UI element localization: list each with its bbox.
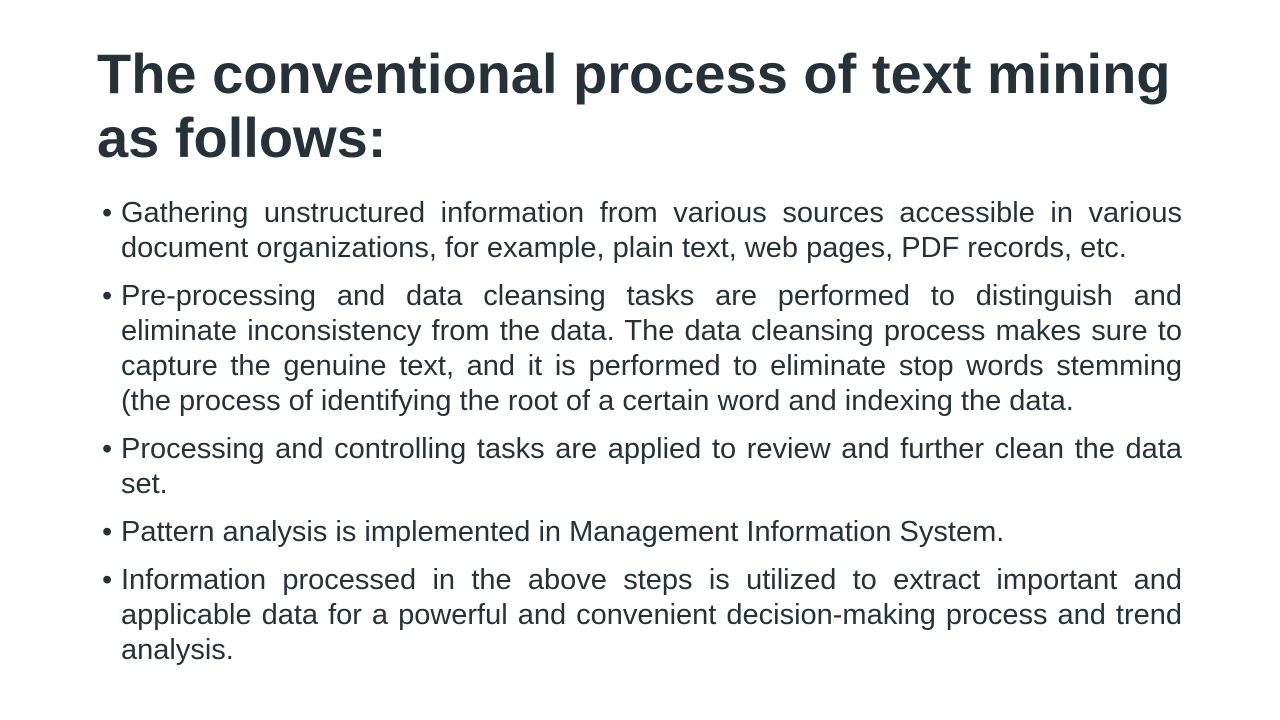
bullet-text: Pattern analysis is implemented in Manag… — [121, 516, 1005, 548]
bullet-text: Pre-processing and data cleansing tasks … — [121, 280, 1182, 417]
bullet-dot-icon: • — [102, 433, 113, 465]
bullet-text: Processing and controlling tasks are app… — [121, 433, 1182, 500]
bullet-item: • Pattern analysis is implemented in Man… — [97, 515, 1182, 550]
slide-title: The conventional process of text mining … — [97, 42, 1171, 169]
bullet-dot-icon: • — [102, 516, 113, 548]
bullet-text: Information processed in the above steps… — [121, 564, 1182, 666]
bullet-text: Gathering unstructured information from … — [121, 197, 1182, 264]
bullet-dot-icon: • — [102, 564, 113, 596]
slide: The conventional process of text mining … — [0, 0, 1280, 720]
bullet-dot-icon: • — [102, 197, 113, 229]
bullet-dot-icon: • — [102, 280, 113, 312]
bullet-item: • Processing and controlling tasks are a… — [97, 432, 1182, 502]
bullet-item: • Gathering unstructured information fro… — [97, 196, 1182, 266]
bullet-item: • Pre-processing and data cleansing task… — [97, 279, 1182, 419]
bullet-list: • Gathering unstructured information fro… — [97, 196, 1182, 681]
bullet-item: • Information processed in the above ste… — [97, 563, 1182, 668]
